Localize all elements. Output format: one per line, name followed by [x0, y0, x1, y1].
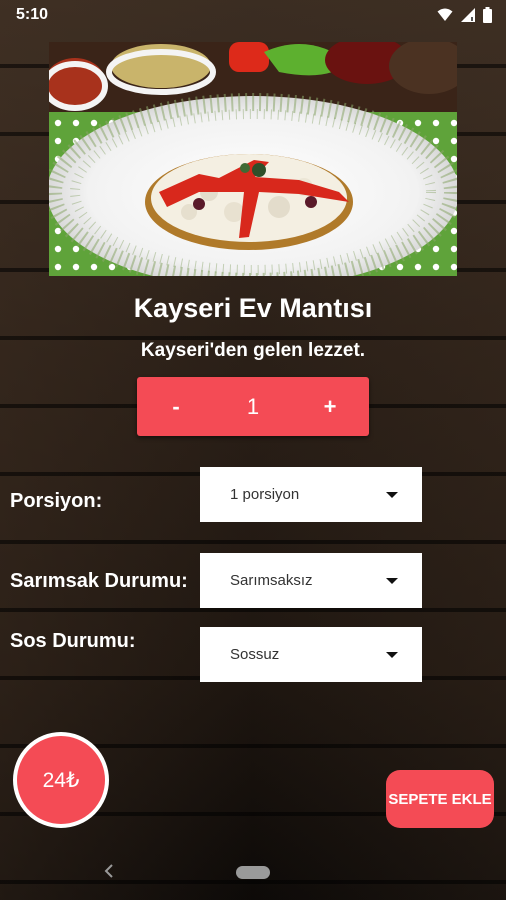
battery-icon — [483, 7, 492, 23]
signal-icon — [461, 8, 475, 22]
dropdown-arrow-icon — [386, 577, 398, 584]
garlic-label: Sarımsak Durumu: — [10, 570, 188, 592]
dish-subtitle: Kayseri'den gelen lezzet. — [140, 340, 366, 361]
sauce-selected-value: Sossuz — [230, 646, 280, 663]
decrease-quantity-button[interactable]: - — [141, 377, 211, 436]
garlic-selected-value: Sarımsaksız — [230, 572, 313, 589]
dropdown-arrow-icon — [386, 651, 398, 658]
garlic-dropdown[interactable]: Sarımsaksız — [200, 553, 422, 608]
increase-quantity-button[interactable]: + — [295, 377, 365, 436]
sauce-dropdown[interactable]: Sossuz — [200, 627, 422, 682]
sauce-label: Sos Durumu: — [10, 630, 136, 652]
wifi-icon — [437, 8, 453, 21]
status-time: 5:10 — [16, 6, 49, 23]
quantity-stepper: - 1 + — [137, 377, 369, 436]
quantity-value: 1 — [246, 393, 260, 419]
portion-dropdown[interactable]: 1 porsiyon — [200, 467, 422, 522]
status-icons — [437, 7, 492, 23]
dish-title: Kayseri Ev Mantısı — [133, 293, 373, 323]
price-badge: 24₺ — [13, 732, 109, 828]
back-nav-icon[interactable] — [104, 864, 114, 878]
portion-selected-value: 1 porsiyon — [230, 486, 300, 503]
navigation-bar — [0, 845, 506, 900]
dish-image — [49, 42, 457, 276]
add-to-cart-button[interactable]: SEPETE EKLE — [386, 770, 494, 828]
dish-photo-illustration — [49, 42, 457, 276]
dropdown-arrow-icon — [386, 491, 398, 498]
status-bar: 5:10 — [0, 0, 506, 30]
portion-label: Porsiyon: — [10, 490, 103, 512]
home-pill-button[interactable] — [236, 866, 270, 879]
